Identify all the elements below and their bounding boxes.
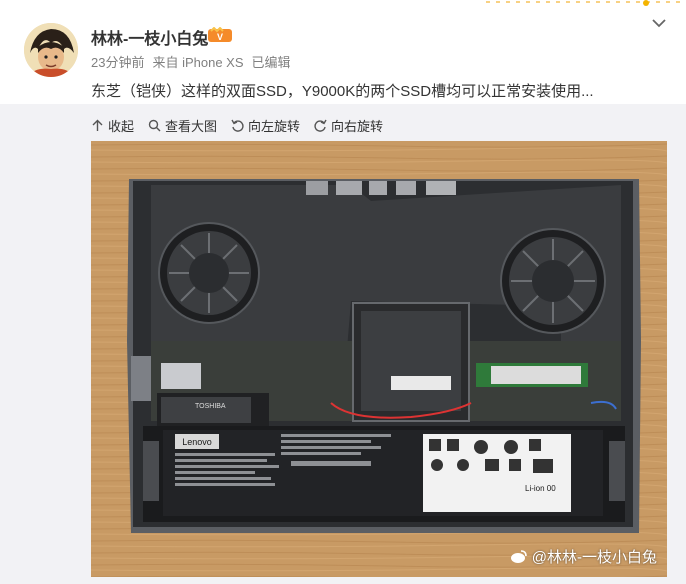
username[interactable]: 林林-一枝小白兔 xyxy=(91,25,208,49)
rotate-left-button[interactable]: 向左旋转 xyxy=(231,116,300,134)
edited-label[interactable]: 已编辑 xyxy=(252,55,291,70)
chevron-down-icon[interactable] xyxy=(652,18,666,28)
post-meta: 23分钟前 来自 iPhone XS 已编辑 xyxy=(91,52,299,71)
weibo-logo-icon xyxy=(510,549,527,563)
collapse-label: 收起 xyxy=(108,118,135,134)
laptop-internals-illustration: TOSHIBA Lenovo Li-ion 00 xyxy=(91,141,667,577)
battery-type: Li-ion 00 xyxy=(525,484,556,493)
ssd-label: TOSHIBA xyxy=(195,403,226,410)
view-large-label: 查看大图 xyxy=(165,118,218,134)
post-text: 东芝（铠侠）这样的双面SSD，Y9000K的两个SSD槽均可以正常安装使用... xyxy=(91,83,594,100)
rotate-left-icon xyxy=(231,119,244,132)
rotate-left-label: 向左旋转 xyxy=(248,118,301,134)
search-icon xyxy=(148,119,161,131)
rotate-right-label: 向右旋转 xyxy=(331,118,384,134)
watermark-text: @林林-一枝小白兔 xyxy=(531,549,657,566)
user-avatar[interactable] xyxy=(24,23,78,77)
rotate-right-icon xyxy=(314,119,327,132)
header-decoration xyxy=(486,0,686,6)
collapse-button[interactable]: 收起 xyxy=(91,116,134,134)
watermark: @林林-一枝小白兔 xyxy=(510,546,657,567)
view-large-button[interactable]: 查看大图 xyxy=(148,116,217,134)
collapse-icon xyxy=(92,119,103,131)
post-time[interactable]: 23分钟前 xyxy=(91,55,144,70)
post-photo[interactable]: TOSHIBA Lenovo Li-ion 00 @林林-一枝小白兔 xyxy=(91,141,667,577)
vip-badge-icon[interactable]: V xyxy=(208,27,232,44)
image-toolbar: 收起 查看大图 向左旋转 向右旋转 xyxy=(91,116,383,134)
svg-text:V: V xyxy=(217,32,223,42)
post-source: 来自 iPhone XS xyxy=(152,55,244,70)
battery-brand: Lenovo xyxy=(182,437,212,447)
rotate-right-button[interactable]: 向右旋转 xyxy=(314,116,383,134)
